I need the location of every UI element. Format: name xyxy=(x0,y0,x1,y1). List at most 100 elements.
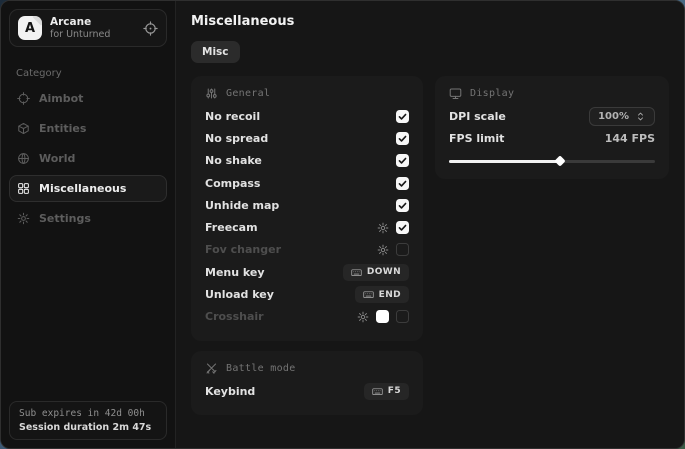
sidebar-item-aimbot[interactable]: Aimbot xyxy=(9,85,167,112)
setting-row: Crosshair xyxy=(205,306,409,328)
sidebar-item-settings[interactable]: Settings xyxy=(9,205,167,232)
keybind-button[interactable]: F5 xyxy=(364,383,409,400)
app-titles: Arcane for Unturned xyxy=(50,16,135,41)
color-swatch[interactable] xyxy=(376,310,389,323)
setting-label: Crosshair xyxy=(205,310,264,323)
row-controls xyxy=(377,221,409,234)
setting-row: KeybindF5 xyxy=(205,380,409,402)
slider-thumb[interactable] xyxy=(555,155,566,166)
battle-mode-card-header: Battle mode xyxy=(205,362,409,375)
keyboard-icon xyxy=(363,289,374,300)
main-panel: Miscellaneous Misc General No recoilNo s… xyxy=(176,1,684,448)
checkbox[interactable] xyxy=(396,154,409,167)
keybind-button[interactable]: DOWN xyxy=(343,264,409,281)
sidebar-item-world[interactable]: World xyxy=(9,145,167,172)
checkbox[interactable] xyxy=(396,132,409,145)
general-card: General No recoilNo spreadNo shakeCompas… xyxy=(191,76,423,341)
setting-label: Freecam xyxy=(205,221,258,234)
content-area: General No recoilNo spreadNo shakeCompas… xyxy=(191,76,669,415)
fps-limit-label: FPS limit xyxy=(449,132,504,145)
checkbox[interactable] xyxy=(396,243,409,256)
battle-mode-rows: KeybindF5 xyxy=(205,380,409,402)
sidebar-item-label: Entities xyxy=(39,122,86,135)
dpi-scale-row: DPI scale 100% xyxy=(449,105,655,127)
category-label: Category xyxy=(16,68,175,79)
fps-limit-row: FPS limit 144 FPS xyxy=(449,127,655,149)
target-icon[interactable] xyxy=(143,21,158,36)
battle-mode-card: Battle mode KeybindF5 xyxy=(191,351,423,415)
fps-limit-value: 144 FPS xyxy=(605,132,655,145)
battle-mode-card-title: Battle mode xyxy=(226,363,296,374)
session-duration: Session duration 2m 47s xyxy=(19,422,157,433)
row-controls xyxy=(396,177,409,190)
monitor-icon xyxy=(449,87,462,100)
fps-limit-slider[interactable] xyxy=(449,157,655,166)
sidebar-nav: Aimbot Entities World Miscellaneous Settings xyxy=(1,85,175,232)
app-logo: A xyxy=(18,16,42,40)
keybind-value: F5 xyxy=(388,386,401,396)
sidebar-item-label: Settings xyxy=(39,212,91,225)
setting-row: Freecam xyxy=(205,216,409,238)
setting-row: No spread xyxy=(205,127,409,149)
swords-icon xyxy=(205,362,218,375)
status-card: Sub expires in 42d 00h Session duration … xyxy=(9,401,167,440)
tab-bar: Misc xyxy=(191,41,669,63)
display-card-header: Display xyxy=(449,87,655,100)
setting-row: Compass xyxy=(205,172,409,194)
gear-icon[interactable] xyxy=(377,244,389,256)
sidebar-item-label: World xyxy=(39,152,75,165)
keybind-value: END xyxy=(379,290,401,300)
sidebar-item-label: Aimbot xyxy=(39,92,83,105)
subscription-status: Sub expires in 42d 00h xyxy=(19,408,157,419)
checkbox[interactable] xyxy=(396,221,409,234)
sidebar-item-entities[interactable]: Entities xyxy=(9,115,167,142)
row-controls xyxy=(396,199,409,212)
general-rows: No recoil No spread No shake Compass Unhide … xyxy=(205,105,409,328)
sidebar: A Arcane for Unturned Category Aimbot Ent… xyxy=(1,1,176,448)
gear-icon[interactable] xyxy=(357,311,369,323)
row-controls: END xyxy=(355,286,409,303)
sidebar-item-miscellaneous[interactable]: Miscellaneous xyxy=(9,175,167,202)
row-controls: F5 xyxy=(364,383,409,400)
setting-label: Unload key xyxy=(205,288,274,301)
setting-row: No shake xyxy=(205,150,409,172)
grid-icon xyxy=(17,182,30,195)
setting-label: No recoil xyxy=(205,110,260,123)
keybind-value: DOWN xyxy=(367,267,401,277)
slider-fill xyxy=(449,160,560,163)
row-controls xyxy=(396,110,409,123)
display-card: Display DPI scale 100% FPS limit 144 FPS xyxy=(435,76,669,179)
row-controls xyxy=(396,154,409,167)
app-subtitle: for Unturned xyxy=(50,29,135,41)
row-controls xyxy=(357,310,409,323)
crosshair-icon xyxy=(17,92,30,105)
row-controls xyxy=(377,243,409,256)
setting-label: Compass xyxy=(205,177,260,190)
display-card-title: Display xyxy=(470,88,514,99)
row-controls xyxy=(396,132,409,145)
page-title: Miscellaneous xyxy=(191,14,669,29)
setting-row: No recoil xyxy=(205,105,409,127)
row-controls: DOWN xyxy=(343,264,409,281)
setting-label: Unhide map xyxy=(205,199,279,212)
setting-row: Menu key DOWN xyxy=(205,261,409,283)
dpi-scale-select[interactable]: 100% xyxy=(589,107,655,126)
entities-icon xyxy=(17,122,30,135)
setting-label: Menu key xyxy=(205,266,265,279)
checkbox[interactable] xyxy=(396,199,409,212)
setting-row: Unload key END xyxy=(205,283,409,305)
left-column: General No recoilNo spreadNo shakeCompas… xyxy=(191,76,423,415)
setting-label: Fov changer xyxy=(205,243,281,256)
checkbox[interactable] xyxy=(396,310,409,323)
keybind-button[interactable]: END xyxy=(355,286,409,303)
setting-label: No shake xyxy=(205,154,262,167)
checkbox[interactable] xyxy=(396,177,409,190)
gear-icon[interactable] xyxy=(377,222,389,234)
sliders-icon xyxy=(205,87,218,100)
gear-icon xyxy=(17,212,30,225)
chevrons-up-down-icon xyxy=(635,111,646,122)
right-column: Display DPI scale 100% FPS limit 144 FPS xyxy=(435,76,669,179)
tab-misc[interactable]: Misc xyxy=(191,41,240,63)
checkbox[interactable] xyxy=(396,110,409,123)
app-window: A Arcane for Unturned Category Aimbot Ent… xyxy=(0,0,685,449)
